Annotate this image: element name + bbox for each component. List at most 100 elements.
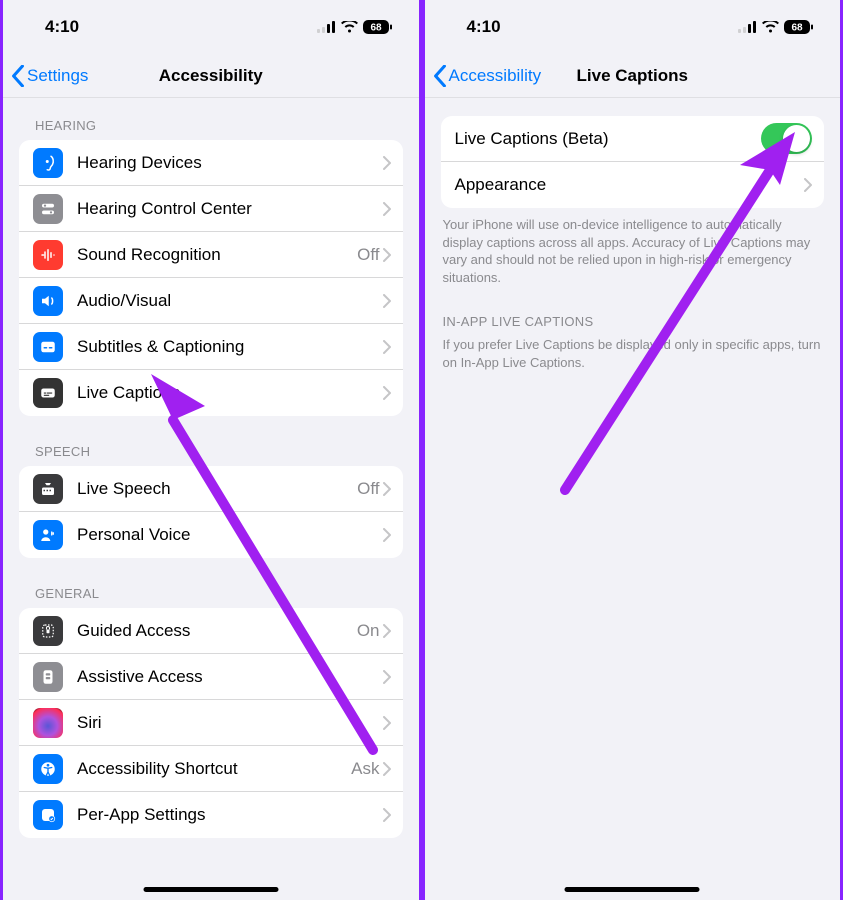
row-live-speech[interactable]: Live Speech Off	[19, 466, 403, 512]
chevron-right-icon	[383, 482, 391, 496]
live-captions-icon	[33, 378, 63, 408]
status-time: 4:10	[45, 17, 79, 37]
status-time: 4:10	[467, 17, 501, 37]
live-captions-list: Live Captions (Beta) Appearance	[441, 116, 825, 208]
row-assistive-access[interactable]: Assistive Access	[19, 654, 403, 700]
hearing-devices-icon	[33, 148, 63, 178]
back-button[interactable]: Settings	[11, 65, 88, 87]
cellular-icon	[317, 21, 336, 33]
status-bar: 4:10 68	[3, 0, 419, 54]
row-label: Appearance	[455, 175, 805, 195]
speech-list: Live Speech Off Personal Voice	[19, 466, 403, 558]
accessibility-shortcut-icon	[33, 754, 63, 784]
row-label: Live Captions (Beta)	[455, 129, 762, 149]
row-personal-voice[interactable]: Personal Voice	[19, 512, 403, 558]
siri-icon	[33, 708, 63, 738]
svg-text:68: 68	[370, 23, 382, 34]
section-header-speech: SPEECH	[3, 416, 419, 466]
row-hearing-control-center[interactable]: Hearing Control Center	[19, 186, 403, 232]
row-label: Assistive Access	[77, 667, 383, 687]
row-label: Hearing Control Center	[77, 199, 383, 219]
back-label: Settings	[27, 66, 88, 86]
audio-visual-icon	[33, 286, 63, 316]
assistive-access-icon	[33, 662, 63, 692]
svg-text:68: 68	[791, 23, 803, 34]
row-subtitles-captioning[interactable]: Subtitles & Captioning	[19, 324, 403, 370]
chevron-right-icon	[383, 808, 391, 822]
back-label: Accessibility	[449, 66, 542, 86]
nav-bar: Accessibility Live Captions	[425, 54, 841, 98]
row-sound-recognition[interactable]: Sound Recognition Off	[19, 232, 403, 278]
per-app-settings-icon	[33, 800, 63, 830]
row-hearing-devices[interactable]: Hearing Devices	[19, 140, 403, 186]
footer-description-2: If you prefer Live Captions be displayed…	[425, 336, 841, 371]
row-label: Sound Recognition	[77, 245, 351, 265]
status-icons: 68	[738, 20, 814, 34]
row-siri[interactable]: Siri	[19, 700, 403, 746]
back-button[interactable]: Accessibility	[433, 65, 542, 87]
chevron-right-icon	[383, 624, 391, 638]
row-label: Personal Voice	[77, 525, 383, 545]
battery-icon: 68	[784, 20, 814, 34]
hearing-list: Hearing Devices Hearing Control Center S…	[19, 140, 403, 416]
home-indicator[interactable]	[143, 887, 278, 892]
row-label: Accessibility Shortcut	[77, 759, 345, 779]
row-label: Hearing Devices	[77, 153, 383, 173]
right-screenshot: 4:10 68 Accessibility Live Captions Live…	[422, 0, 843, 900]
chevron-right-icon	[383, 156, 391, 170]
row-guided-access[interactable]: Guided Access On	[19, 608, 403, 654]
wifi-icon	[341, 21, 358, 33]
chevron-right-icon	[804, 178, 812, 192]
row-label: Per-App Settings	[77, 805, 383, 825]
chevron-right-icon	[383, 340, 391, 354]
chevron-right-icon	[383, 528, 391, 542]
row-label: Siri	[77, 713, 383, 733]
sound-recognition-icon	[33, 240, 63, 270]
hearing-control-icon	[33, 194, 63, 224]
subtitles-icon	[33, 332, 63, 362]
section-header-hearing: HEARING	[3, 98, 419, 140]
row-appearance[interactable]: Appearance	[441, 162, 825, 208]
live-speech-icon	[33, 474, 63, 504]
row-accessibility-shortcut[interactable]: Accessibility Shortcut Ask	[19, 746, 403, 792]
chevron-right-icon	[383, 386, 391, 400]
battery-icon: 68	[363, 20, 393, 34]
row-detail: Off	[357, 479, 379, 499]
nav-bar: Settings Accessibility	[3, 54, 419, 98]
row-label: Live Captions	[77, 383, 383, 403]
section-header-inapp: IN-APP LIVE CAPTIONS	[425, 286, 841, 336]
row-audio-visual[interactable]: Audio/Visual	[19, 278, 403, 324]
chevron-right-icon	[383, 716, 391, 730]
row-detail: Ask	[351, 759, 379, 779]
general-list: Guided Access On Assistive Access Siri A…	[19, 608, 403, 838]
status-bar: 4:10 68	[425, 0, 841, 54]
footer-description-1: Your iPhone will use on-device intellige…	[425, 208, 841, 286]
row-label: Audio/Visual	[77, 291, 383, 311]
chevron-right-icon	[383, 762, 391, 776]
row-label: Live Speech	[77, 479, 351, 499]
cellular-icon	[738, 21, 757, 33]
row-detail: On	[357, 621, 380, 641]
home-indicator[interactable]	[565, 887, 700, 892]
left-screenshot: 4:10 68 Settings Accessibility HEARING H…	[0, 0, 422, 900]
row-live-captions[interactable]: Live Captions	[19, 370, 403, 416]
row-label: Subtitles & Captioning	[77, 337, 383, 357]
chevron-right-icon	[383, 202, 391, 216]
live-captions-toggle[interactable]	[761, 123, 812, 154]
wifi-icon	[762, 21, 779, 33]
row-detail: Off	[357, 245, 379, 265]
livecaptions-scroll[interactable]: Live Captions (Beta) Appearance Your iPh…	[425, 98, 841, 900]
section-header-general: GENERAL	[3, 558, 419, 608]
row-per-app-settings[interactable]: Per-App Settings	[19, 792, 403, 838]
settings-scroll[interactable]: HEARING Hearing Devices Hearing Control …	[3, 98, 419, 900]
row-label: Guided Access	[77, 621, 351, 641]
chevron-right-icon	[383, 248, 391, 262]
guided-access-icon	[33, 616, 63, 646]
chevron-left-icon	[433, 65, 447, 87]
chevron-right-icon	[383, 294, 391, 308]
row-live-captions-toggle[interactable]: Live Captions (Beta)	[441, 116, 825, 162]
chevron-left-icon	[11, 65, 25, 87]
status-icons: 68	[317, 20, 393, 34]
personal-voice-icon	[33, 520, 63, 550]
chevron-right-icon	[383, 670, 391, 684]
